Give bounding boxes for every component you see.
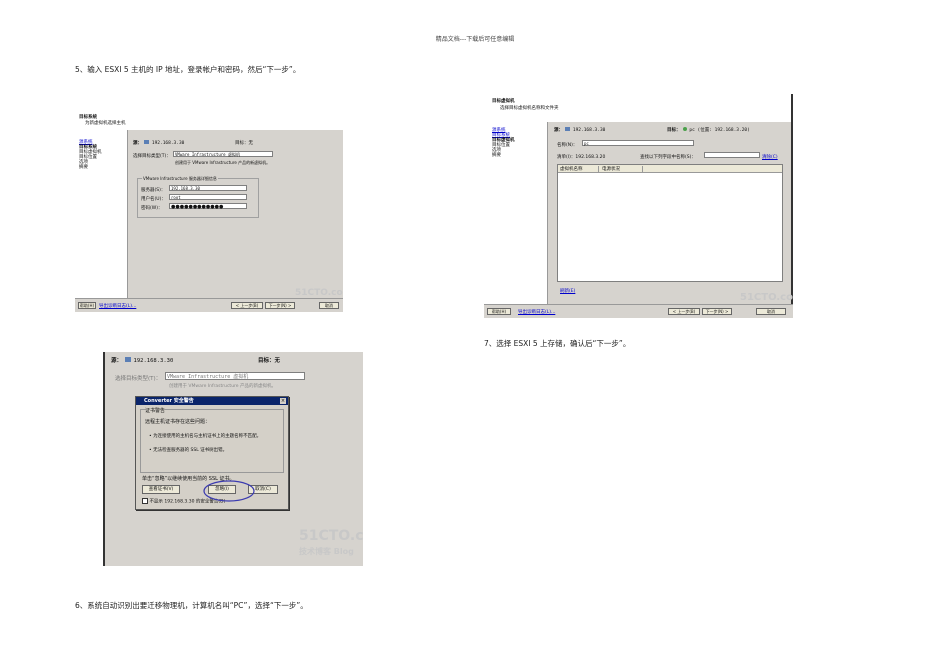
vm-icon — [682, 127, 687, 131]
cancel-button[interactable]: 取消 — [319, 302, 339, 309]
export-log-link[interactable]: 导出诊断日志(L)... — [518, 309, 555, 315]
vm-list[interactable]: 虚拟机名称 电源状况 — [557, 164, 783, 282]
close-icon[interactable]: × — [280, 398, 286, 404]
computer-icon — [144, 140, 150, 144]
sidebar-item-summary[interactable]: 摘要 — [492, 153, 547, 158]
wizard-title-area: 目标虚拟机 选择目标虚拟机名称和文件夹 — [484, 94, 793, 122]
dest-type-select[interactable]: VMware Infrastructure 虚拟机 — [165, 372, 305, 380]
cancel-button[interactable]: 取消 — [756, 308, 786, 315]
server-combo[interactable]: 192.168.3.30 — [169, 185, 247, 191]
step-7-text: 7、选择 ESXI 5 上存储，确认后“下一步”。 — [484, 339, 631, 348]
computer-icon — [124, 357, 131, 362]
wizard-footer: 帮助(H) 导出诊断日志(L)... < 上一步(B) 下一步(N) > 取消 — [75, 298, 343, 312]
help-button[interactable]: 帮助(H) — [78, 302, 96, 309]
back-button[interactable]: < 上一步(B) — [668, 308, 700, 315]
dest-type-select[interactable]: VMware Infrastructure 虚拟机 — [173, 151, 273, 157]
wizard-title-area: 目标系统 为新虚拟机选择主机 — [75, 110, 343, 130]
target-info: 目标： pc (位置: 192.168.3.20) — [667, 127, 750, 133]
step-6-text: 6、系统自动识别出要迁移物理机，计算机名叫“PC”，选择“下一步”。 — [75, 601, 308, 610]
view-certificate-button[interactable]: 查看证书(V) — [142, 485, 180, 494]
name-label: 名称(N)： — [557, 143, 578, 148]
wizard-sidebar: 源系统 目标系统 目标虚拟机 目标位置 选项 摘要 — [484, 122, 548, 304]
vm-name-field[interactable]: pc — [582, 140, 694, 146]
inventory-label: 清单(I)：192.168.3.20 — [557, 155, 606, 160]
refresh-link[interactable]: 刷新(E) — [560, 288, 575, 294]
column-power-state[interactable]: 电源状况 — [602, 166, 643, 172]
computer-icon — [565, 127, 571, 131]
back-button[interactable]: < 上一步(B) — [231, 302, 263, 309]
password-field[interactable]: ●●●●●●●●●●●● — [169, 203, 247, 210]
page-header: 精品文档---下载后可任意编辑 — [435, 36, 515, 43]
next-button[interactable]: 下一步(N) > — [265, 302, 295, 309]
cert-message: 远程主机证书存在这些问题： — [145, 419, 211, 425]
dest-type-hint: 创建用于 VMware Infrastructure 产品的新虚拟机。 — [175, 160, 271, 165]
dialog-title: Converter 安全警告 — [136, 397, 288, 405]
dest-type-hint: 创建用于 VMware Infrastructure 产品的新虚拟机。 — [169, 384, 277, 389]
server-details-group: VMware Infrastructure 服务器详细信息 服务器(S)： 19… — [137, 176, 259, 218]
cert-bullet-1: • 为连接使用的主机名与主机证书上的主题名称不匹配。 — [149, 434, 262, 439]
dest-type-label: 选择目标类型(T)： — [115, 376, 162, 382]
target-info: 目标：无 — [235, 141, 253, 146]
dest-type-label: 选择目标类型(T)： — [133, 154, 171, 159]
help-button[interactable]: 帮助(H) — [487, 308, 511, 315]
wizard-subtitle: 为新虚拟机选择主机 — [85, 121, 126, 126]
source-info: 源： 192.168.3.30 — [111, 357, 174, 364]
cert-warning-group: 证书警告 远程主机证书存在这些问题： • 为连接使用的主机名与主机证书上的主题名… — [140, 407, 284, 473]
cert-bullet-2: • 无法检查服务器的 SSL 证书树出错。 — [149, 448, 228, 453]
handdrawn-circle-annotation — [203, 480, 255, 502]
step-5-text: 5、输入 ESXI 5 主机的 IP 地址，登录帐户和密码，然后“下一步”。 — [75, 65, 301, 74]
source-info: 源： 192.168.3.30 — [554, 127, 606, 133]
source-info: 源： 192.168.3.30 — [133, 140, 185, 146]
list-header: 虚拟机名称 电源状况 — [558, 165, 782, 173]
watermark: 51CTO.com — [299, 528, 363, 544]
target-info: 目标：无 — [258, 358, 281, 364]
wizard-subtitle: 选择目标虚拟机名称和文件夹 — [500, 106, 559, 111]
sidebar-item-summary[interactable]: 摘要 — [79, 165, 127, 170]
export-log-link[interactable]: 导出诊断日志(L)... — [99, 303, 136, 309]
column-vm-name[interactable]: 虚拟机名称 — [560, 166, 599, 172]
clear-link[interactable]: 清除(C) — [762, 154, 778, 160]
wizard-footer: 帮助(H) 导出诊断日志(L)... < 上一步(B) 下一步(N) > 取消 — [484, 304, 793, 318]
screenshot-security-warning: 源： 192.168.3.30 目标：无 选择目标类型(T)： VMware I… — [103, 352, 363, 566]
search-input[interactable] — [704, 152, 760, 158]
username-field[interactable]: root — [169, 194, 247, 200]
wizard-sidebar: 源系统 目标系统 目标虚拟机 目标位置 选项 摘要 — [75, 130, 128, 298]
screenshot-target-system: 目标系统 为新虚拟机选择主机 源系统 目标系统 目标虚拟机 目标位置 选项 摘要… — [75, 110, 343, 312]
security-warning-dialog: Converter 安全警告 × 证书警告 远程主机证书存在这些问题： • 为连… — [135, 396, 289, 510]
wizard-title: 目标虚拟机 — [492, 99, 515, 104]
search-label: 查找以下列字段中名称(S)： — [640, 155, 696, 160]
watermark-subtitle: 技术博客 Blog — [299, 547, 354, 556]
watermark: 51CTO.com — [740, 292, 793, 303]
watermark: 51CTO.com — [295, 288, 343, 298]
screenshot-target-vm: 目标虚拟机 选择目标虚拟机名称和文件夹 源系统 目标系统 目标虚拟机 目标位置 … — [484, 94, 793, 318]
next-button[interactable]: 下一步(N) > — [702, 308, 732, 315]
